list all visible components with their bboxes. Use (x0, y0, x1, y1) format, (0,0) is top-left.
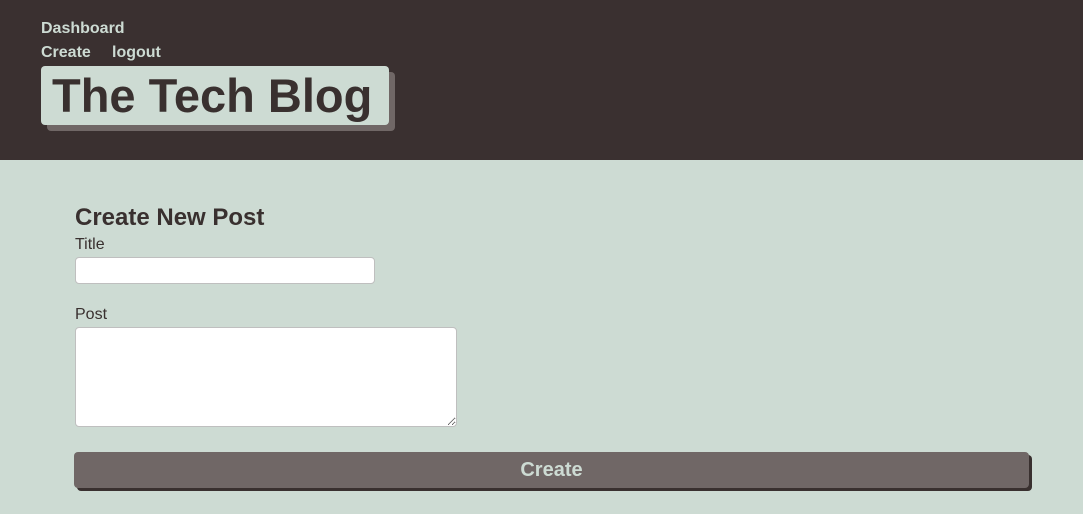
nav-create-link[interactable]: Create (41, 44, 91, 62)
post-textarea[interactable] (75, 327, 457, 427)
form-heading: Create New Post (75, 204, 265, 231)
nav-logout-link[interactable]: logout (112, 44, 161, 62)
create-button[interactable]: Create (74, 452, 1029, 488)
title-label: Title (75, 236, 105, 253)
site-header: Dashboard Create logout The Tech Blog (0, 0, 1083, 160)
site-title: The Tech Blog (41, 66, 389, 125)
nav-dashboard-link[interactable]: Dashboard (41, 20, 125, 38)
title-input[interactable] (75, 257, 375, 284)
post-label: Post (75, 306, 108, 323)
